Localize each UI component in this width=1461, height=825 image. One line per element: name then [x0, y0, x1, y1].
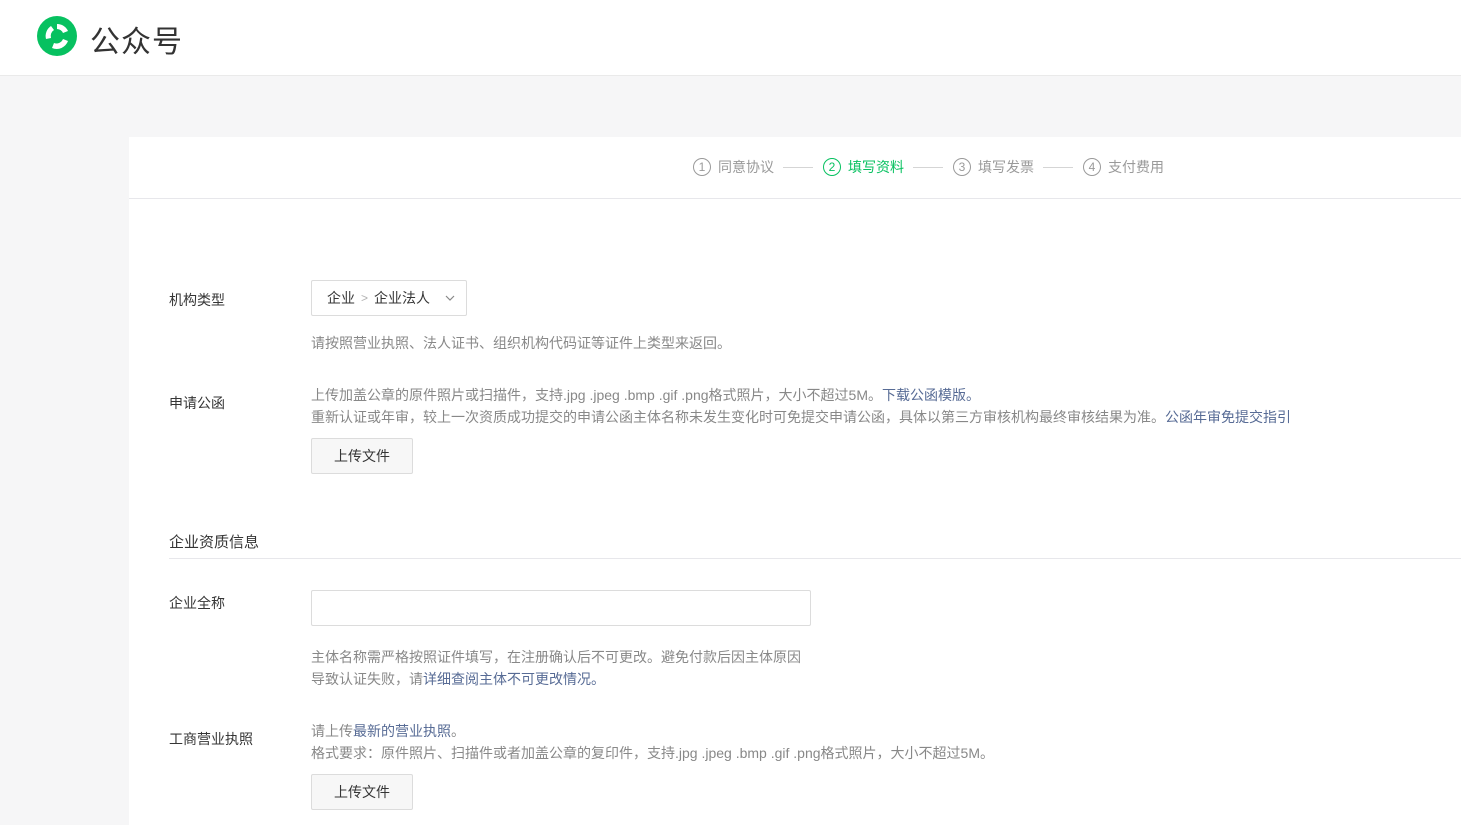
- company-name-input[interactable]: [311, 590, 811, 626]
- upload-letter-button[interactable]: 上传文件: [311, 438, 413, 474]
- progress-steps: 1 同意协议 2 填写资料 3 填写发票 4 支付费用: [129, 137, 1461, 199]
- org-type-label: 机构类型: [169, 292, 225, 308]
- letter-tip-text: 上传加盖公章的原件照片或扫描件，支持.jpg .jpeg .bmp .gif .…: [311, 387, 882, 403]
- top-bar: 公众号: [0, 0, 1461, 76]
- org-type-select[interactable]: 企业 > 企业法人: [311, 280, 467, 316]
- name-change-info-link[interactable]: 详细查阅主体不可更改情况。: [423, 671, 605, 687]
- license-tip-end: 。: [451, 723, 465, 739]
- org-type-secondary: 企业法人: [374, 290, 431, 306]
- step-label: 支付费用: [1108, 159, 1164, 175]
- step-divider: [783, 167, 813, 168]
- org-type-primary: 企业: [327, 290, 355, 306]
- download-template-link[interactable]: 下载公函模版。: [882, 387, 980, 403]
- upload-license-button[interactable]: 上传文件: [311, 774, 413, 810]
- letter-label: 申请公函: [169, 395, 225, 411]
- chevron-right-icon: >: [361, 291, 369, 305]
- license-tip-2: 格式要求：原件照片、扫描件或者加盖公章的复印件，支持.jpg .jpeg .bm…: [311, 745, 994, 761]
- step-invoice: 3 填写发票: [953, 157, 1034, 177]
- chevron-down-icon: [445, 295, 455, 301]
- step-agree: 1 同意协议: [693, 157, 774, 177]
- step-number: 1: [693, 158, 711, 176]
- company-name-tip-1: 主体名称需严格按照证件填写，在注册确认后不可更改。避免付款后因主体原因: [311, 649, 801, 665]
- step-payment: 4 支付费用: [1083, 157, 1164, 177]
- org-type-tip: 请按照营业执照、法人证书、组织机构代码证等证件上类型来返回。: [311, 335, 731, 351]
- step-label: 填写发票: [978, 159, 1034, 175]
- letter-tip-text: 重新认证或年审，较上一次资质成功提交的申请公函主体名称未发生变化时可免提交申请公…: [311, 409, 1165, 425]
- company-name-tip-text: 导致认证失败，请: [311, 671, 423, 687]
- step-number: 3: [953, 158, 971, 176]
- section-divider: [169, 558, 1461, 559]
- company-name-tip-2: 导致认证失败，请详细查阅主体不可更改情况。: [311, 668, 605, 690]
- step-divider: [913, 167, 943, 168]
- section-title: 企业资质信息: [169, 534, 260, 551]
- letter-tip-1: 上传加盖公章的原件照片或扫描件，支持.jpg .jpeg .bmp .gif .…: [311, 384, 980, 406]
- license-tip-1: 请上传最新的营业执照。: [311, 720, 465, 742]
- step-label: 填写资料: [848, 159, 904, 175]
- annual-review-guide-link[interactable]: 公函年审免提交指引: [1165, 409, 1291, 425]
- letter-tip-2: 重新认证或年审，较上一次资质成功提交的申请公函主体名称未发生变化时可免提交申请公…: [311, 406, 1291, 428]
- wechat-official-account-logo-icon[interactable]: [36, 15, 78, 57]
- step-fill-info: 2 填写资料: [823, 157, 904, 177]
- company-name-label: 企业全称: [169, 595, 225, 611]
- license-label: 工商营业执照: [169, 731, 253, 747]
- step-label: 同意协议: [718, 159, 774, 175]
- step-number: 4: [1083, 158, 1101, 176]
- main-panel: 1 同意协议 2 填写资料 3 填写发票 4 支付费用 机构类型 企业 > 企业…: [129, 137, 1461, 825]
- license-tip-text: 请上传: [311, 723, 353, 739]
- step-divider: [1043, 167, 1073, 168]
- step-number: 2: [823, 158, 841, 176]
- latest-license-link[interactable]: 最新的营业执照: [353, 723, 451, 739]
- brand-name[interactable]: 公众号: [90, 17, 183, 61]
